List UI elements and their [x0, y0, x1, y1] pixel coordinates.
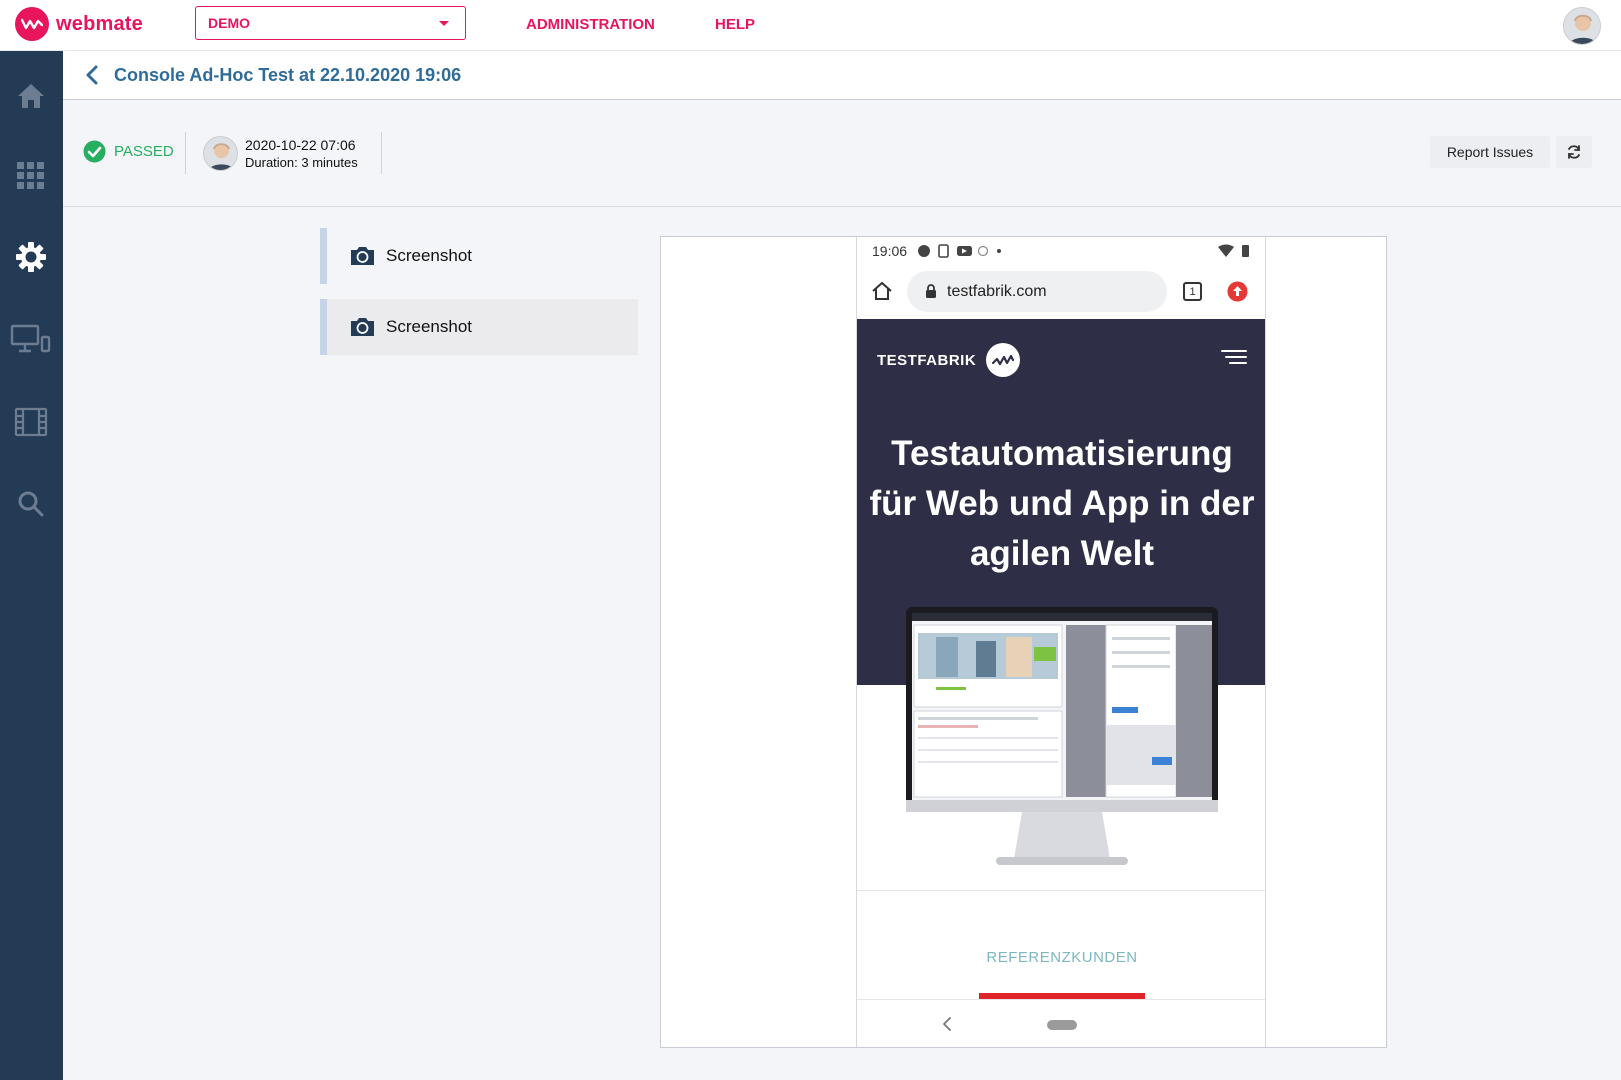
step-label: Screenshot	[386, 317, 472, 336]
top-bar: webmate DEMO ADMINISTRATION HELP	[0, 0, 1621, 51]
gear-icon[interactable]	[12, 238, 50, 276]
tab-count-icon[interactable]: 1	[1183, 282, 1202, 301]
notification-icons	[918, 244, 1002, 258]
device-screenshot: 19:06 testfabrik.com 1 TESTFABRIK Testau…	[856, 237, 1266, 1047]
run-duration: Duration: 3 minutes	[245, 155, 358, 170]
user-avatar[interactable]	[1563, 7, 1601, 45]
android-home-pill[interactable]	[1047, 1020, 1077, 1030]
browser-home-icon[interactable]	[871, 281, 893, 301]
check-circle-icon	[83, 140, 106, 163]
page-title: Console Ad-Hoc Test at 22.10.2020 19:06	[114, 65, 462, 85]
status-text: PASSED	[114, 143, 174, 160]
headline-line: agilen Welt	[969, 534, 1155, 573]
site-brand[interactable]: TESTFABRIK	[877, 343, 1021, 377]
divider	[185, 132, 186, 174]
step-item-screenshot-1[interactable]: Screenshot	[320, 228, 638, 284]
divider	[381, 132, 382, 174]
lock-icon	[926, 284, 936, 298]
nav-help[interactable]: HELP	[715, 16, 755, 33]
sidebar	[0, 51, 63, 1080]
home-icon[interactable]	[12, 77, 50, 115]
brand-text: TESTFABRIK	[877, 351, 977, 369]
run-user-avatar	[203, 136, 238, 171]
headline-line: Testautomatisierung	[891, 434, 1233, 473]
browser-url-bar: testfabrik.com 1	[857, 265, 1265, 319]
referenzkunden-label: REFERENZKUNDEN	[986, 949, 1138, 966]
project-select-value: DEMO	[208, 15, 250, 31]
run-summary: PASSED 2020-10-22 07:06 Duration: 3 minu…	[63, 100, 1621, 207]
testfabrik-logo-icon	[986, 343, 1021, 377]
project-select[interactable]: DEMO	[195, 6, 466, 40]
refresh-button[interactable]	[1556, 136, 1592, 168]
report-issues-button[interactable]: Report Issues	[1430, 136, 1550, 168]
update-icon[interactable]	[1227, 281, 1248, 302]
film-icon[interactable]	[12, 403, 50, 441]
step-item-screenshot-2[interactable]: Screenshot	[320, 299, 638, 355]
headline-line: für Web und App in der	[869, 484, 1255, 523]
back-chevron-icon[interactable]	[85, 65, 99, 90]
site-headline: Testautomatisierung für Web und App in d…	[857, 429, 1265, 579]
device-time: 19:06	[872, 243, 908, 259]
step-label: Screenshot	[386, 246, 472, 265]
title-bar: Console Ad-Hoc Test at 22.10.2020 19:06	[63, 51, 1621, 100]
monitor-image	[906, 607, 1218, 865]
android-back-icon[interactable]	[942, 1016, 952, 1032]
device-nav-bar	[857, 999, 1265, 1047]
apps-grid-icon[interactable]	[12, 157, 50, 195]
search-icon[interactable]	[12, 485, 50, 523]
section-divider	[857, 890, 1265, 891]
webmate-logo[interactable]: webmate	[15, 7, 143, 41]
webmate-logo-icon	[15, 7, 49, 41]
chevron-down-icon	[439, 21, 449, 26]
wifi-battery-icon	[1218, 244, 1249, 257]
status-badge: PASSED	[83, 140, 174, 163]
refresh-icon	[1568, 145, 1580, 159]
device-status-bar: 19:06	[857, 237, 1265, 265]
nav-administration[interactable]: ADMINISTRATION	[526, 16, 655, 33]
logo-text: webmate	[56, 12, 143, 35]
url-text: testfabrik.com	[947, 282, 1047, 300]
screenshot-preview: 19:06 testfabrik.com 1 TESTFABRIK Testau…	[660, 236, 1387, 1048]
url-field[interactable]: testfabrik.com	[907, 271, 1167, 312]
camera-icon	[351, 318, 374, 336]
menu-icon[interactable]	[1221, 349, 1247, 365]
run-date: 2020-10-22 07:06	[245, 137, 356, 153]
devices-icon[interactable]	[9, 320, 53, 358]
camera-icon	[351, 247, 374, 265]
